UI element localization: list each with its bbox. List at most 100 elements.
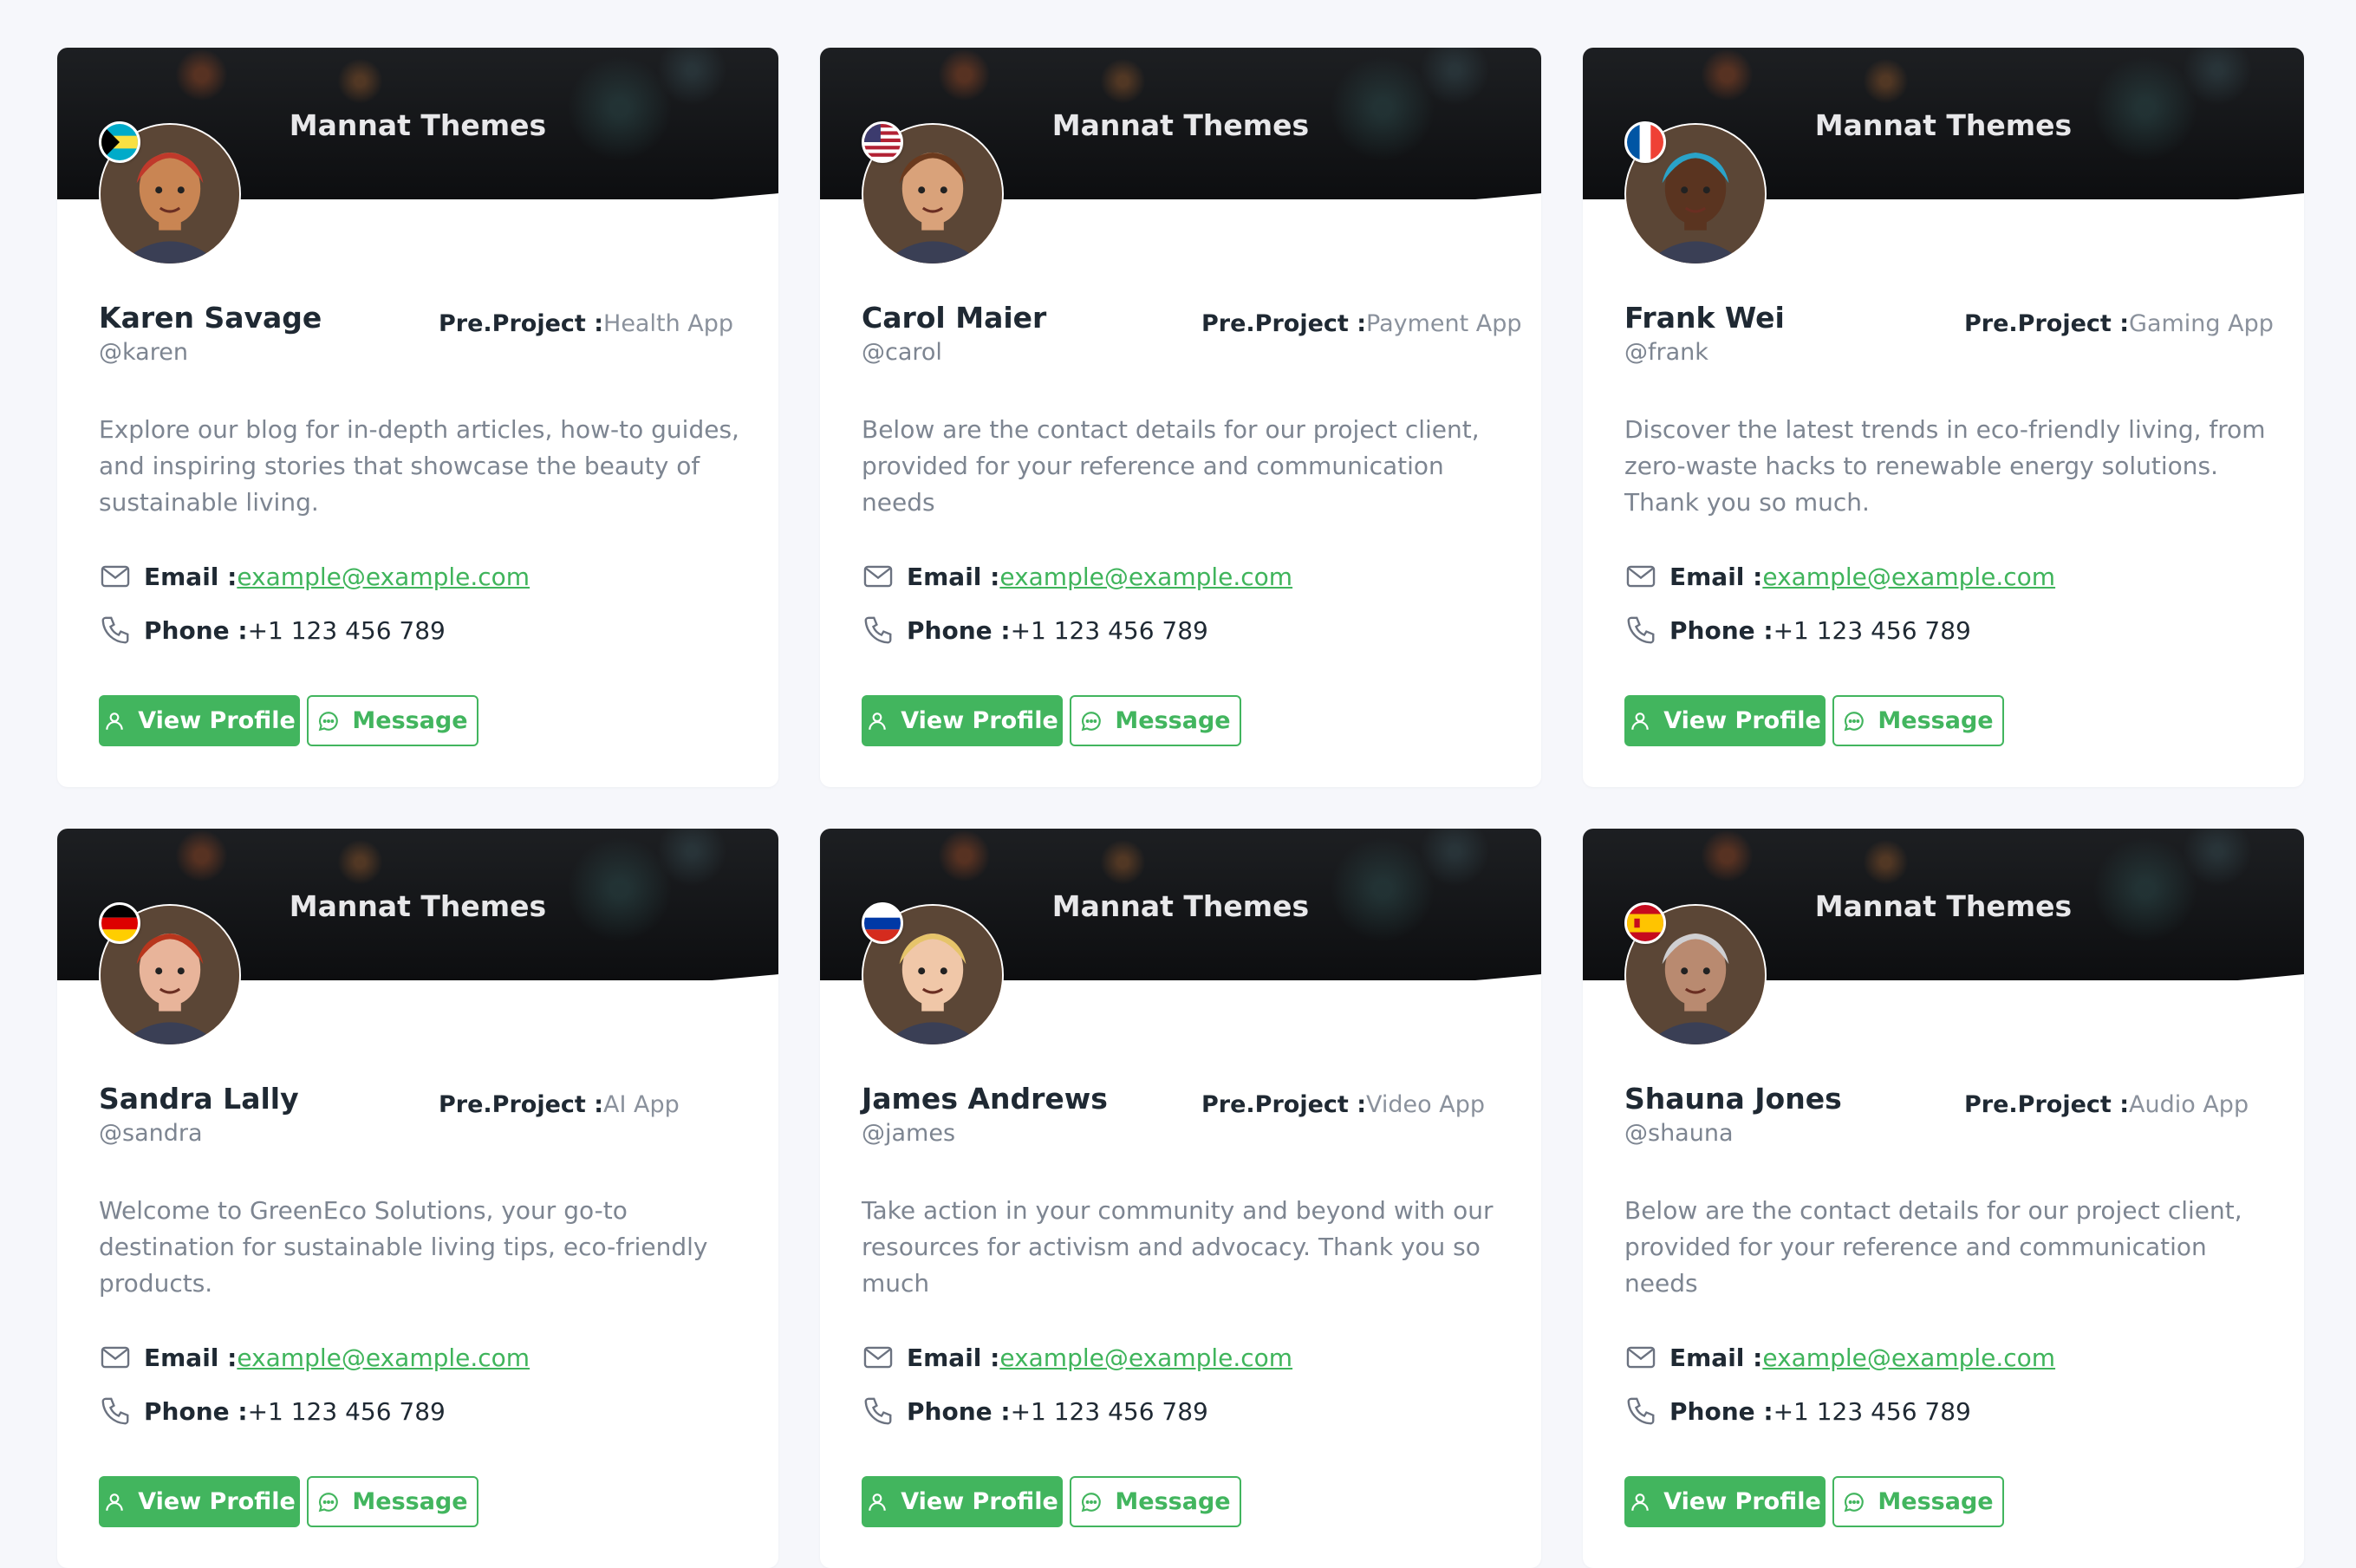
project-label: Pre.Project : (439, 1091, 604, 1118)
email-row: Email : example@example.com (99, 560, 530, 593)
user-icon (866, 710, 901, 732)
email-link[interactable]: example@example.com (999, 563, 1292, 591)
project-label: Pre.Project : (1201, 1091, 1367, 1118)
view-profile-button[interactable]: View Profile (99, 1476, 300, 1527)
profile-handle: @james (862, 1120, 956, 1147)
email-link[interactable]: example@example.com (1762, 1344, 2055, 1372)
profile-handle: @karen (99, 339, 188, 366)
phone-row: Phone : +1 123 456 789 (1624, 1395, 1971, 1428)
message-button[interactable]: Message (307, 1476, 478, 1527)
phone-row: Phone : +1 123 456 789 (99, 1395, 446, 1428)
project-label: Pre.Project : (1201, 310, 1367, 337)
message-label: Message (1878, 707, 1994, 734)
email-row: Email : example@example.com (862, 560, 1292, 593)
chat-icon (1080, 710, 1115, 732)
project-label: Pre.Project : (1964, 310, 2130, 337)
project-value: Audio App (2129, 1091, 2249, 1118)
phone-icon (99, 1395, 132, 1428)
project-value: AI App (603, 1091, 680, 1118)
view-profile-label: View Profile (901, 707, 1058, 734)
project-info: Pre.Project :Audio App (1964, 1091, 2249, 1118)
phone-value: +1 123 456 789 (1773, 615, 1971, 645)
germany-flag-icon (99, 902, 140, 944)
message-button[interactable]: Message (1832, 1476, 2004, 1527)
phone-value: +1 123 456 789 (1010, 1396, 1208, 1426)
profile-name: Sandra Lally (99, 1082, 299, 1116)
email-link[interactable]: example@example.com (1762, 563, 2055, 591)
profile-card: Mannat Themes Carol Maier @carol Pre.Projec… (820, 48, 1541, 787)
phone-row: Phone : +1 123 456 789 (1624, 614, 1971, 647)
phone-label: Phone : (144, 615, 248, 645)
email-label: Email : (144, 1343, 238, 1372)
mail-icon (862, 560, 895, 593)
profile-handle: @shauna (1624, 1120, 1734, 1147)
profile-name: Carol Maier (862, 301, 1047, 335)
email-link[interactable]: example@example.com (237, 563, 530, 591)
user-icon (1629, 1491, 1663, 1513)
profile-card-grid: Mannat Themes Karen Savage @karen Pre.Proje… (57, 48, 2304, 1568)
view-profile-label: View Profile (138, 1488, 296, 1515)
russia-flag-icon (862, 902, 903, 944)
email-link[interactable]: example@example.com (999, 1344, 1292, 1372)
message-button[interactable]: Message (307, 695, 478, 746)
message-button[interactable]: Message (1070, 1476, 1241, 1527)
profile-card: Mannat Themes Sandra Lally @sandra Pre.Proj… (57, 829, 778, 1568)
mail-icon (1624, 1341, 1657, 1374)
email-row: Email : example@example.com (1624, 560, 2055, 593)
phone-icon (99, 614, 132, 647)
message-label: Message (1115, 707, 1231, 734)
chat-icon (1843, 710, 1878, 732)
profile-description: Explore our blog for in-depth articles, … (99, 415, 739, 517)
view-profile-button[interactable]: View Profile (1624, 695, 1826, 746)
phone-value: +1 123 456 789 (1773, 1396, 1971, 1426)
email-label: Email : (907, 1343, 1000, 1372)
phone-label: Phone : (144, 1396, 248, 1426)
project-value: Gaming App (2129, 310, 2274, 337)
profile-name: Karen Savage (99, 301, 322, 335)
message-label: Message (352, 1488, 468, 1515)
france-flag-icon (1624, 121, 1666, 163)
project-value: Payment App (1366, 310, 1522, 337)
view-profile-label: View Profile (901, 1488, 1058, 1515)
view-profile-label: View Profile (1663, 707, 1821, 734)
project-value: Health App (603, 310, 734, 337)
view-profile-button[interactable]: View Profile (1624, 1476, 1826, 1527)
view-profile-label: View Profile (1663, 1488, 1821, 1515)
profile-name: Frank Wei (1624, 301, 1785, 335)
project-info: Pre.Project :Health App (439, 310, 733, 337)
phone-row: Phone : +1 123 456 789 (862, 614, 1208, 647)
user-icon (866, 1491, 901, 1513)
view-profile-button[interactable]: View Profile (862, 1476, 1063, 1527)
message-button[interactable]: Message (1070, 695, 1241, 746)
phone-value: +1 123 456 789 (247, 615, 446, 645)
email-link[interactable]: example@example.com (237, 1344, 530, 1372)
view-profile-button[interactable]: View Profile (862, 695, 1063, 746)
email-label: Email : (144, 562, 238, 591)
profile-description: Welcome to GreenEco Solutions, your go-t… (99, 1196, 708, 1298)
phone-icon (1624, 614, 1657, 647)
profile-name: James Andrews (862, 1082, 1108, 1116)
project-info: Pre.Project :Video App (1201, 1091, 1485, 1118)
message-label: Message (1878, 1488, 1994, 1515)
mail-icon (1624, 560, 1657, 593)
project-info: Pre.Project :Payment App (1201, 310, 1522, 337)
phone-row: Phone : +1 123 456 789 (99, 614, 446, 647)
profile-card: Mannat Themes Karen Savage @karen Pre.Proje… (57, 48, 778, 787)
email-row: Email : example@example.com (862, 1341, 1292, 1374)
profile-name: Shauna Jones (1624, 1082, 1842, 1116)
message-button[interactable]: Message (1832, 695, 2004, 746)
phone-label: Phone : (1669, 1396, 1774, 1426)
mail-icon (99, 560, 132, 593)
profile-description: Below are the contact details for our pr… (1624, 1196, 2242, 1298)
project-label: Pre.Project : (1964, 1091, 2130, 1118)
phone-icon (1624, 1395, 1657, 1428)
view-profile-button[interactable]: View Profile (99, 695, 300, 746)
spain-flag-icon (1624, 902, 1666, 944)
email-row: Email : example@example.com (1624, 1341, 2055, 1374)
message-label: Message (352, 707, 468, 734)
profile-card: Mannat Themes Frank Wei @frank Pre.Project … (1583, 48, 2304, 787)
phone-row: Phone : +1 123 456 789 (862, 1395, 1208, 1428)
mail-icon (99, 1341, 132, 1374)
bahamas-flag-icon (99, 121, 140, 163)
phone-value: +1 123 456 789 (1010, 615, 1208, 645)
